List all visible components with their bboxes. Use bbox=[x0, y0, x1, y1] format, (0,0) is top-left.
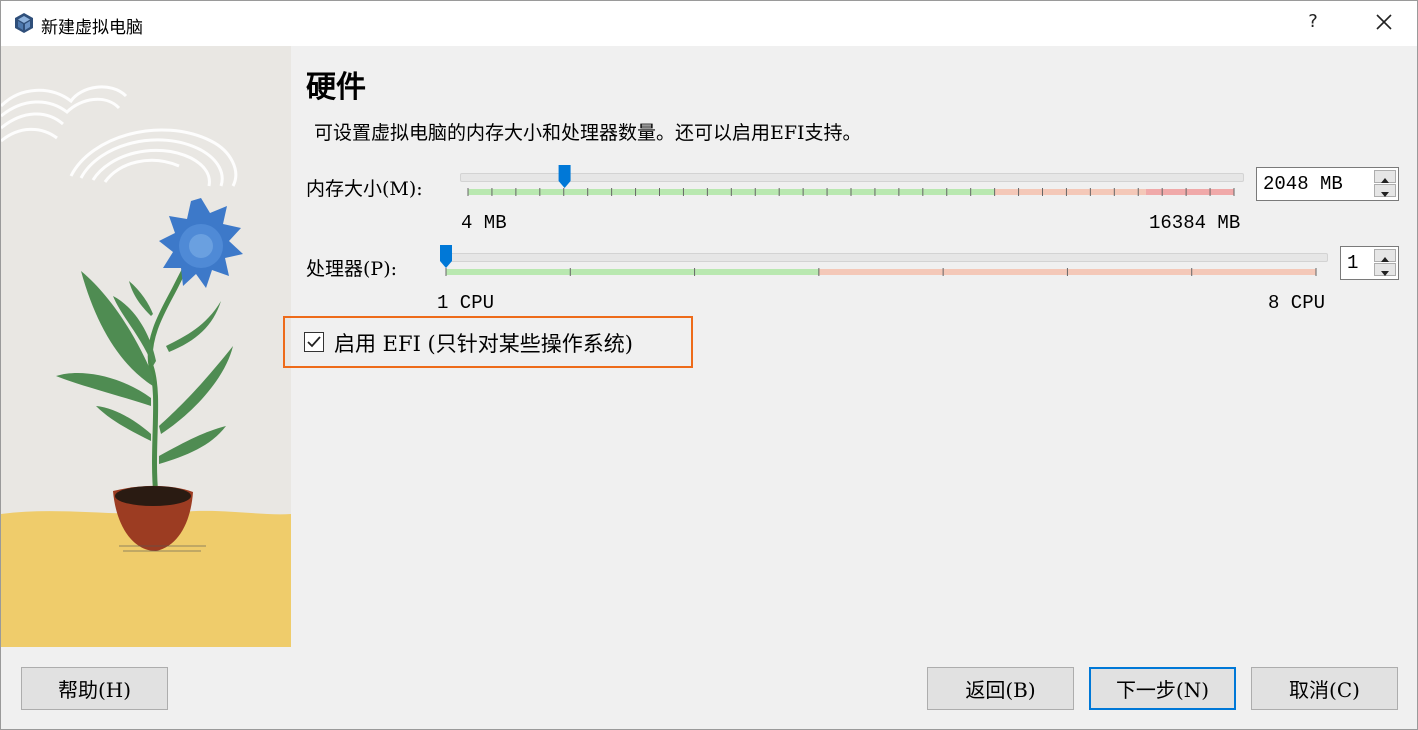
content-area: 硬件 可设置虚拟电脑的内存大小和处理器数量。还可以启用EFI支持。 内存大小(M… bbox=[1, 46, 1417, 647]
memory-max-label: 16384 MB bbox=[1149, 212, 1241, 234]
processor-slider-handle[interactable] bbox=[440, 245, 452, 268]
back-button[interactable]: 返回(B) bbox=[927, 667, 1074, 710]
cancel-button[interactable]: 取消(C) bbox=[1251, 667, 1398, 710]
window-title: 新建虚拟电脑 bbox=[41, 18, 143, 38]
processor-range-ok bbox=[446, 269, 819, 275]
memory-value[interactable]: 2048 MB bbox=[1263, 173, 1343, 195]
virtualbox-icon bbox=[15, 13, 33, 33]
processor-spinbox[interactable]: 1 bbox=[1340, 246, 1399, 280]
memory-slider-handle[interactable] bbox=[558, 165, 571, 188]
button-bar: 帮助(H) 返回(B) 下一步(N) 取消(C) bbox=[1, 647, 1417, 729]
efi-checkbox-label[interactable]: 启用 EFI (只针对某些操作系统) bbox=[334, 328, 633, 358]
arrow-down-icon bbox=[1381, 192, 1389, 197]
memory-label: 内存大小(M): bbox=[306, 178, 423, 200]
memory-slider[interactable] bbox=[460, 164, 1244, 200]
close-icon[interactable] bbox=[1369, 7, 1399, 37]
page-heading: 硬件 bbox=[306, 70, 366, 105]
processor-min-label: 1 CPU bbox=[437, 292, 495, 314]
next-button[interactable]: 下一步(N) bbox=[1089, 667, 1236, 710]
processor-increment-button[interactable] bbox=[1374, 249, 1396, 262]
help-titlebar-button[interactable]: ? bbox=[1301, 11, 1325, 32]
arrow-down-icon bbox=[1381, 271, 1389, 276]
processor-max-label: 8 CPU bbox=[1268, 292, 1326, 314]
efi-checkbox[interactable] bbox=[304, 332, 324, 352]
dialog-window: 新建虚拟电脑 ? 硬件 可设置虚拟电脑的内存大小和处理器数量。还可以启用EFI支… bbox=[0, 0, 1418, 730]
memory-increment-button[interactable] bbox=[1374, 170, 1396, 183]
memory-range-bad bbox=[1145, 189, 1234, 195]
page-description: 可设置虚拟电脑的内存大小和处理器数量。还可以启用EFI支持。 bbox=[314, 122, 862, 144]
memory-range-warn bbox=[995, 189, 1146, 195]
help-button[interactable]: 帮助(H) bbox=[21, 667, 168, 710]
processor-decrement-button[interactable] bbox=[1374, 263, 1396, 276]
title-bar: 新建虚拟电脑 ? bbox=[1, 1, 1417, 46]
processor-value[interactable]: 1 bbox=[1347, 252, 1358, 274]
checkmark-icon bbox=[307, 336, 321, 348]
memory-spinbox[interactable]: 2048 MB bbox=[1256, 167, 1399, 201]
memory-decrement-button[interactable] bbox=[1374, 184, 1396, 197]
plant-illustration bbox=[1, 46, 291, 647]
memory-min-label: 4 MB bbox=[461, 212, 507, 234]
processor-label: 处理器(P): bbox=[306, 258, 398, 280]
processor-slider[interactable] bbox=[436, 244, 1328, 280]
